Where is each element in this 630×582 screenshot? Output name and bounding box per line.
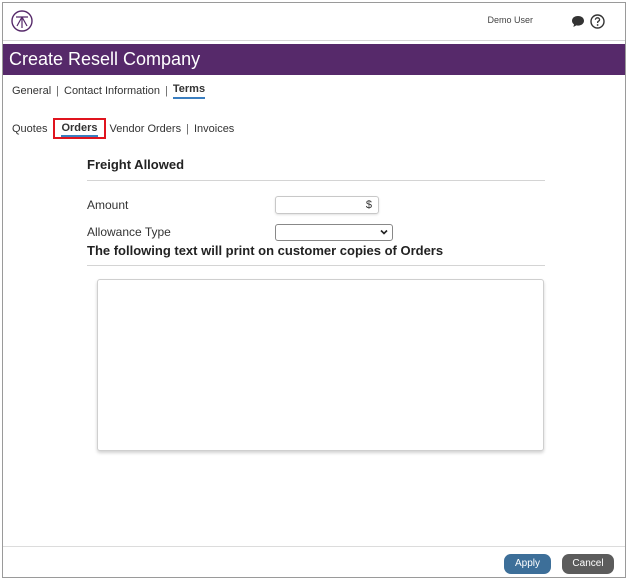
subtab-invoices[interactable]: Invoices (194, 123, 234, 135)
tab-separator: | (56, 85, 59, 97)
allowance-type-select[interactable] (275, 224, 393, 241)
amount-label: Amount (87, 198, 129, 212)
tab-separator: | (186, 122, 189, 135)
allowance-type-label: Allowance Type (87, 225, 171, 239)
print-text-textarea[interactable] (97, 279, 544, 451)
chat-icon[interactable] (571, 15, 585, 28)
logo-icon[interactable] (11, 10, 33, 32)
main-tabs: General | Contact Information | Terms (12, 83, 206, 99)
app-window: Demo User Create Resell Company General … (2, 2, 626, 578)
divider (87, 265, 545, 266)
tab-separator: | (165, 85, 168, 97)
subtab-vendor-orders[interactable]: Vendor Orders (110, 123, 182, 135)
cancel-button[interactable]: Cancel (562, 554, 614, 574)
subtab-orders-highlight[interactable]: Orders (53, 118, 106, 139)
chevron-down-icon (380, 229, 388, 235)
footer-divider (3, 546, 625, 547)
page-title: Create Resell Company (9, 49, 201, 69)
page-title-bar: Create Resell Company (3, 44, 625, 75)
subtab-quotes[interactable]: Quotes (12, 123, 47, 135)
user-name[interactable]: Demo User (487, 15, 533, 25)
amount-input[interactable]: $ (275, 196, 379, 214)
tab-general[interactable]: General (12, 85, 51, 97)
subtab-orders[interactable]: Orders (61, 122, 98, 137)
tab-contact-information[interactable]: Contact Information (64, 85, 160, 97)
help-icon[interactable] (590, 14, 605, 29)
sub-tabs: Quotes Orders Vendor Orders | Invoices (12, 118, 234, 139)
top-bar: Demo User (3, 3, 625, 41)
divider (87, 180, 545, 181)
print-text-heading: The following text will print on custome… (87, 243, 444, 258)
apply-button[interactable]: Apply (504, 554, 551, 574)
tab-terms[interactable]: Terms (172, 83, 206, 99)
freight-allowed-title: Freight Allowed (87, 157, 185, 172)
